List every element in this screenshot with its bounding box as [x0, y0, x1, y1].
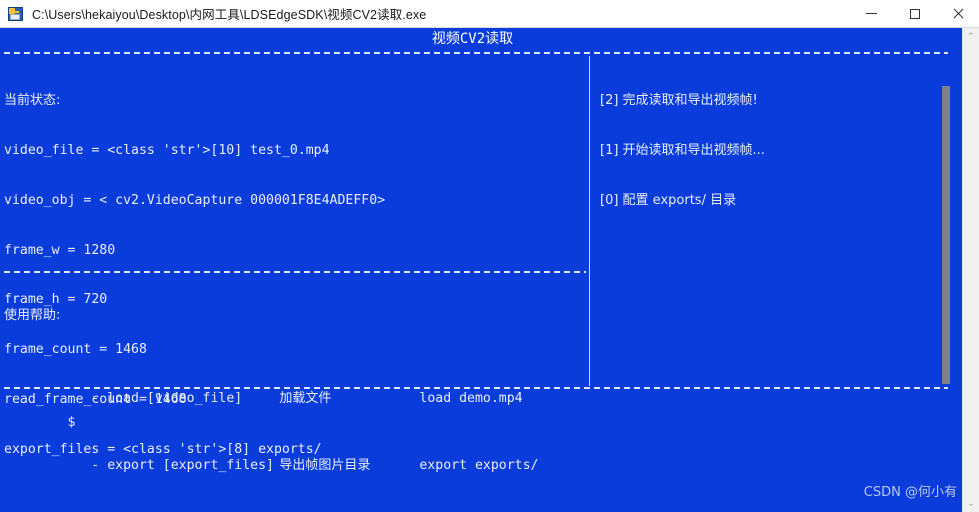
status-line: video_file = <class 'str'>[10] test_0.mp… [4, 142, 330, 158]
terminal-app-title: 视频CV2读取 [431, 31, 514, 47]
window-title: C:\Users\hekaiyou\Desktop\内网工具\LDSEdgeSD… [32, 8, 427, 22]
status-line: video_obj = < cv2.VideoCapture 000001F8E… [4, 192, 386, 208]
help-example: export exports/ [419, 457, 539, 473]
tui-scrollbar-thumb[interactable] [942, 86, 950, 384]
status-line: frame_w = 1280 [4, 242, 116, 258]
close-button[interactable] [936, 0, 979, 28]
prompt-symbol: $ [67, 414, 76, 430]
scroll-up-arrow-icon[interactable]: ⌃ [963, 28, 979, 45]
command-prompt[interactable]: $ [4, 398, 82, 448]
watermark-label: CSDN @何小有 [863, 485, 957, 500]
help-row: - export [export_files] 导出帧图片目录 export exp… [4, 441, 538, 473]
maximize-icon [909, 8, 920, 19]
help-command: - export [export_files] [83, 457, 274, 473]
help-row: - load [video_file] 加载文件 load demo.mp4 [4, 375, 539, 406]
terminal-area[interactable]: 视频CV2读取 当前状态: video_file = <class 'str'>… [0, 28, 979, 512]
application-window: C:\Users\hekaiyou\Desktop\内网工具\LDSEdgeSD… [0, 0, 979, 512]
window-titlebar: C:\Users\hekaiyou\Desktop\内网工具\LDSEdgeSD… [0, 0, 979, 28]
log-line: [2] 完成读取和导出视频帧! [600, 93, 758, 109]
log-panel: [2] 完成读取和导出视频帧! [1] 开始读取和导出视频帧... [0] 配置… [600, 60, 765, 243]
minimize-button[interactable] [850, 0, 893, 28]
status-heading: 当前状态: [4, 93, 61, 109]
help-description: 导出帧图片目录 [279, 457, 371, 473]
prompt-cursor [75, 415, 82, 428]
log-line: [1] 开始读取和导出视频帧... [600, 142, 765, 158]
panel-divider [589, 56, 590, 386]
window-controls [850, 0, 979, 28]
help-description: 加载文件 [279, 391, 332, 407]
maximize-button[interactable] [893, 0, 936, 28]
terminal-screen[interactable]: 视频CV2读取 当前状态: video_file = <class 'str'>… [0, 28, 962, 512]
close-icon [952, 8, 963, 19]
log-line: [0] 配置 exports/ 目录 [600, 192, 737, 208]
help-panel: 使用帮助: - load [video_file] 加载文件 load demo.m… [4, 275, 539, 512]
help-row: - read开始读取视频 [4, 507, 539, 512]
help-command: - load [video_file] [83, 391, 243, 407]
help-heading: 使用帮助: [4, 308, 61, 324]
exe-file-icon [7, 5, 25, 23]
scroll-down-arrow-icon[interactable]: ⌄ [963, 495, 979, 512]
minimize-icon [866, 13, 877, 14]
window-scrollbar[interactable]: ⌃ ⌄ [962, 28, 979, 512]
separator-top [4, 52, 948, 54]
help-example: load demo.mp4 [419, 391, 523, 407]
